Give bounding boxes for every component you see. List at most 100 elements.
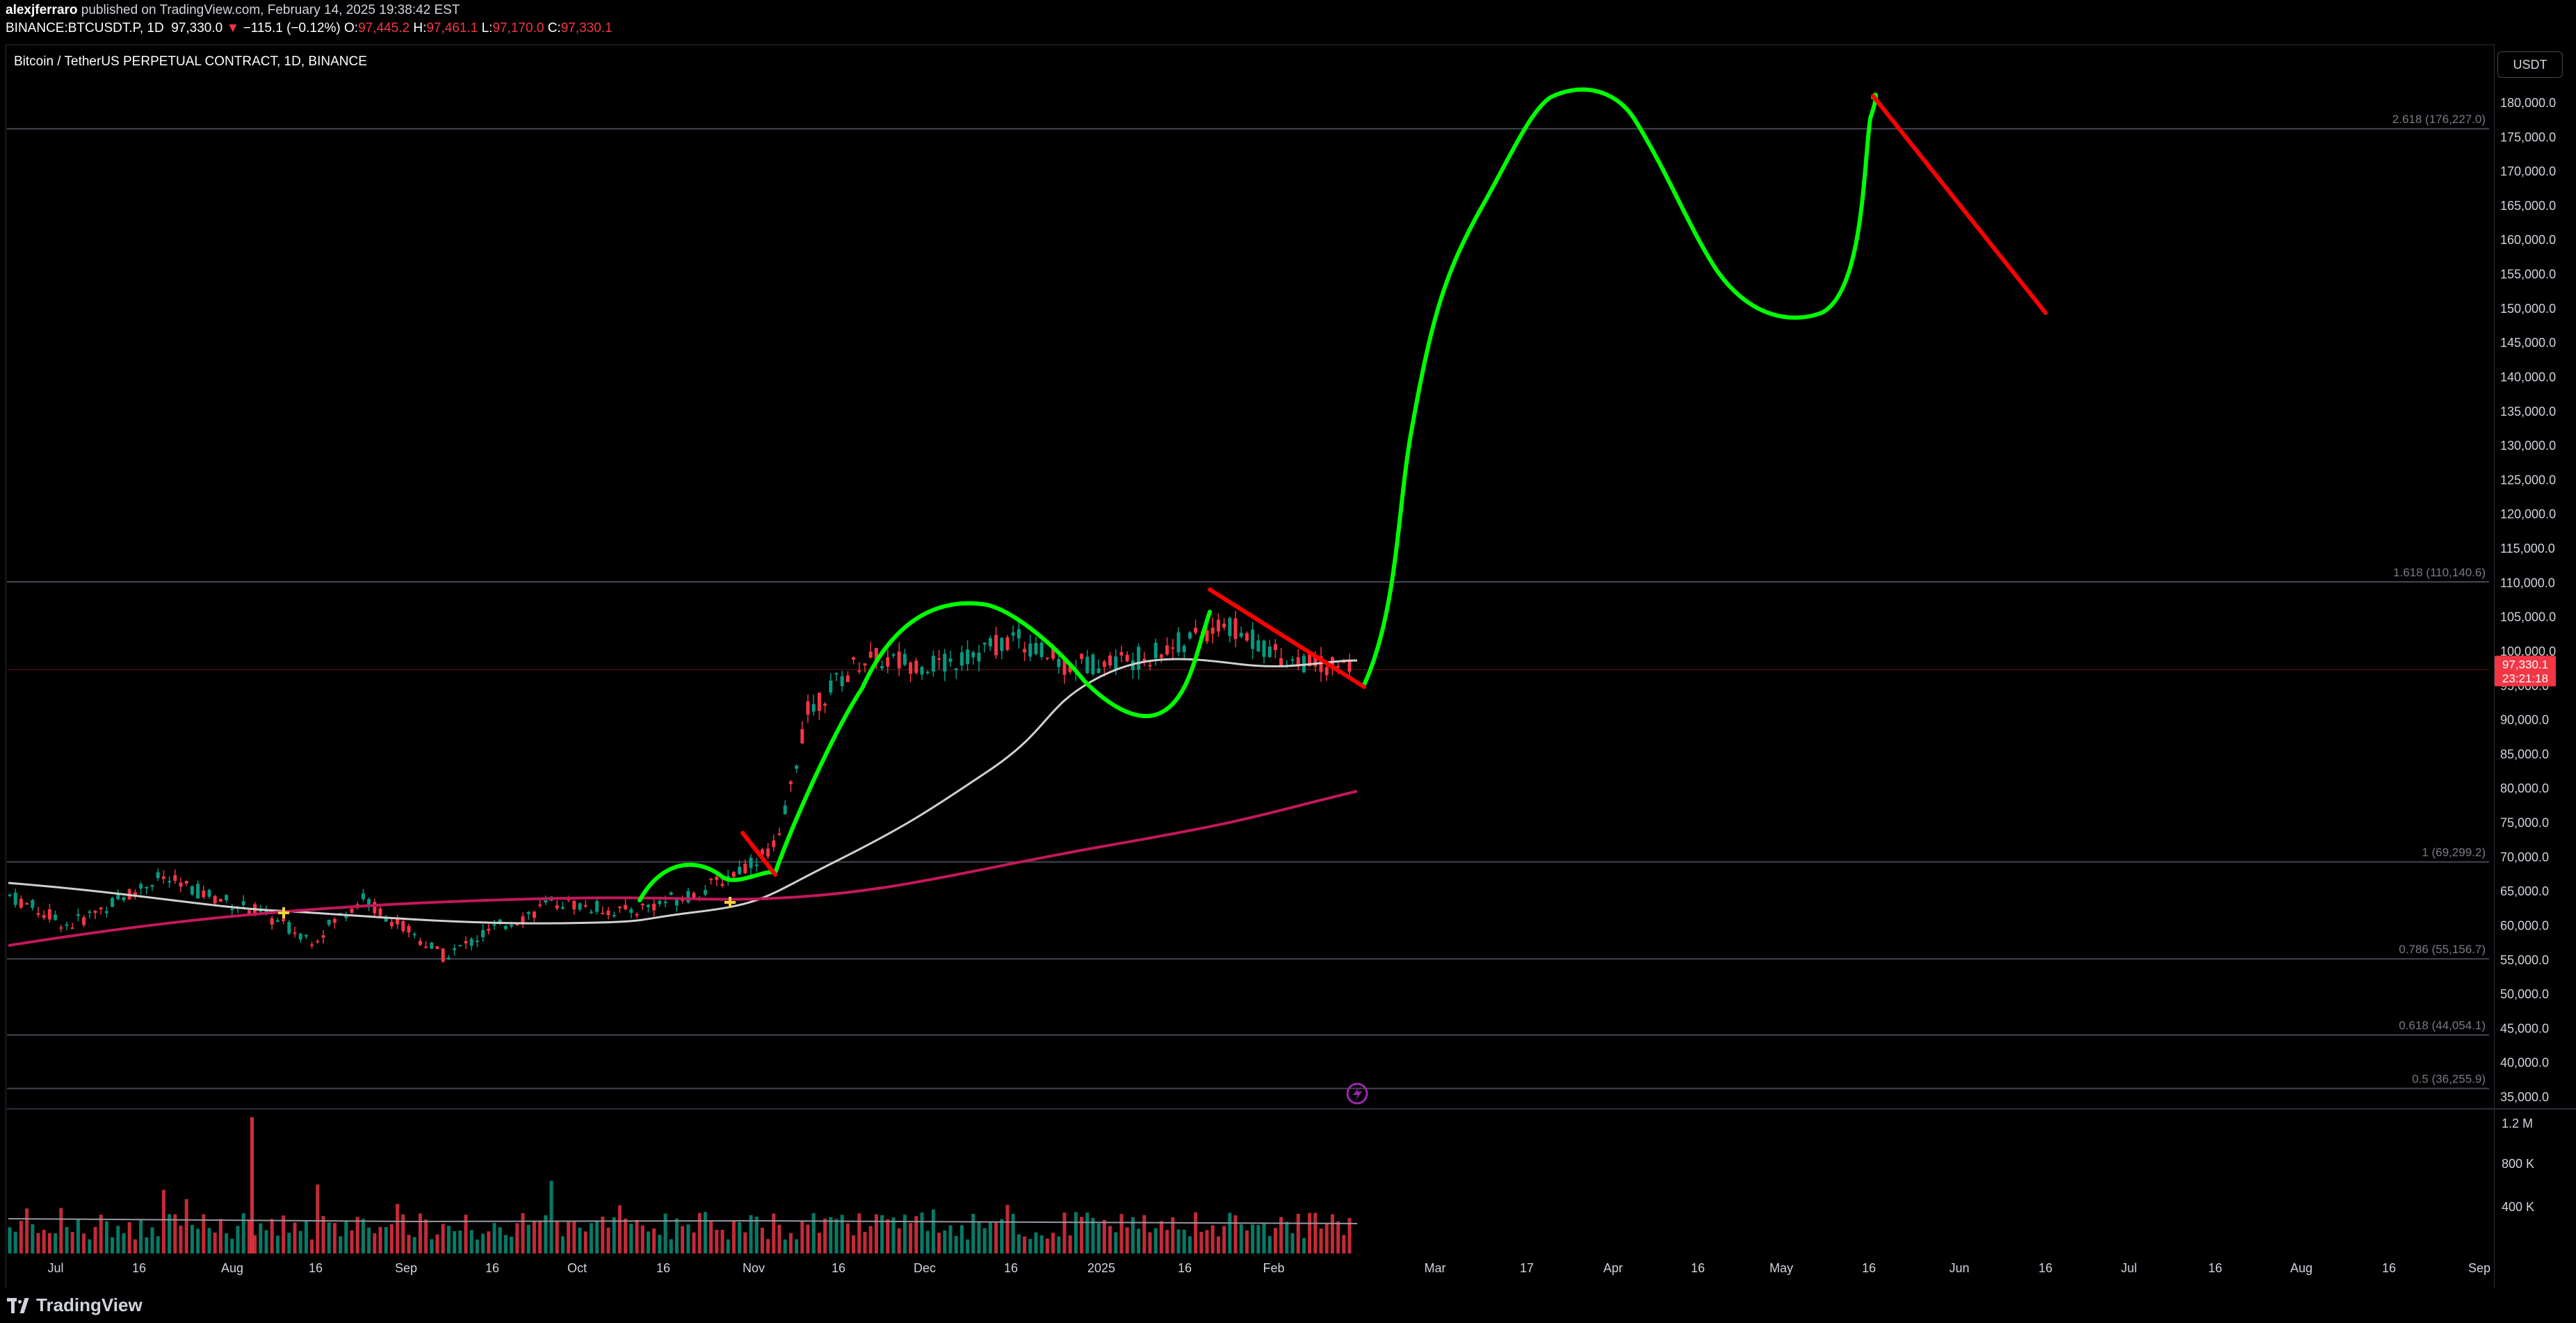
time-tick-label: 17 [1520,1261,1534,1275]
candle-body [446,957,451,960]
price-tick-label: 135,000.0 [2500,405,2556,419]
time-tick-label: 16 [656,1261,670,1275]
volume-bar [1016,1234,1021,1253]
volume-bar [487,1231,491,1253]
candle-body [418,941,422,945]
volume-bar [1062,1212,1067,1253]
candle-body [1080,654,1084,659]
volume-bar [218,1219,222,1253]
price-tick-label: 160,000.0 [2500,233,2556,247]
time-tick-label: Jul [2121,1261,2137,1275]
volume-bar [1245,1230,1249,1253]
volume-bar [1216,1236,1220,1253]
chart-title: Bitcoin / TetherUS PERPETUAL CONTRACT, 1… [14,54,367,69]
candle-body [731,872,736,877]
candle-body [190,886,194,895]
candle-body [407,925,411,933]
volume-bar [1074,1212,1078,1253]
volume-bar [13,1231,17,1253]
volume-bar [241,1213,245,1253]
volume-bar [1290,1233,1295,1253]
candle-body [76,914,80,916]
candle-body [1228,617,1232,636]
volume-bar [36,1233,40,1253]
currency-button[interactable]: USDT [2497,51,2563,78]
volume-bar [503,1235,508,1253]
volume-bar [481,1233,485,1253]
chart-canvas[interactable]: 180,000.0 175,000.0 170,000.0 165,000.0 160,… [0,0,2576,1323]
volume-bar [161,1190,165,1253]
time-tick-label: Dec [914,1261,936,1275]
volume-bar [1023,1236,1027,1253]
candle-body [845,675,850,683]
candle-body [492,924,496,926]
candle-body [538,904,542,907]
volume-bar [1102,1219,1106,1253]
candle-body [332,918,337,923]
candle-body [1165,645,1169,655]
volume-bar [70,1232,74,1253]
candle-body [1188,632,1192,639]
candle-body [743,863,747,874]
candle-body [891,654,896,656]
candles [8,610,1352,964]
candle-body [225,895,229,900]
volume-bar [1108,1226,1112,1253]
volume-bar [811,1212,816,1253]
volume-bar [412,1237,416,1253]
volume-bar [612,1217,616,1253]
volume-bar [909,1223,913,1253]
volume-bar [304,1221,308,1253]
volume-bar [1325,1222,1329,1253]
candle-body [401,920,405,932]
volume-bar [669,1239,673,1253]
candle-body [510,925,514,927]
candle-body [1210,627,1215,634]
volume-bar [339,1236,343,1253]
volume-bar [88,1239,92,1253]
candle-body [612,914,616,916]
time-tick-label: May [1769,1261,1793,1275]
candle-body [1245,633,1249,641]
candle-body [663,902,667,904]
candle-body [560,907,565,909]
candle-body [47,909,51,920]
price-tick-label: 105,000.0 [2500,610,2556,624]
volume-tick-label: 400 K [2502,1200,2534,1214]
tradingview-logo[interactable]: TradingView [7,1294,143,1316]
price-tick-label: 40,000.0 [2500,1056,2549,1070]
volume-bar [59,1208,63,1253]
candle-body [589,911,593,914]
price-tick-label: 90,000.0 [2500,713,2549,727]
volume-bar [635,1219,639,1253]
volume-bar [1096,1223,1101,1253]
candle-body [1216,619,1220,632]
volume-bar [966,1239,970,1253]
ma-slow-line [8,790,1358,947]
volume-bar [515,1223,519,1253]
volume-bar [788,1233,793,1253]
volume-bar [139,1219,143,1253]
candle-body [555,905,559,909]
volume-bar [99,1215,103,1253]
volume-bar [510,1236,514,1253]
candle-body [1005,637,1010,651]
candle-body [218,898,222,902]
volume-bar [709,1221,713,1253]
volume-bar [617,1205,622,1253]
volume-bar [1342,1235,1346,1253]
candle-body [65,924,69,926]
candle-body [629,909,633,913]
volume-bar [817,1233,821,1253]
candle-body [578,903,582,910]
candle-body [316,941,320,943]
volume-bar [652,1228,656,1253]
candle-body [914,660,918,673]
price-tick-label: 145,000.0 [2500,336,2556,350]
time-tick-label: 16 [485,1261,499,1275]
time-tick-label: 16 [1691,1261,1705,1275]
volume-bar [1262,1222,1266,1253]
volume-bar [760,1227,764,1253]
volume-bar [578,1227,582,1253]
candle-body [749,857,753,868]
